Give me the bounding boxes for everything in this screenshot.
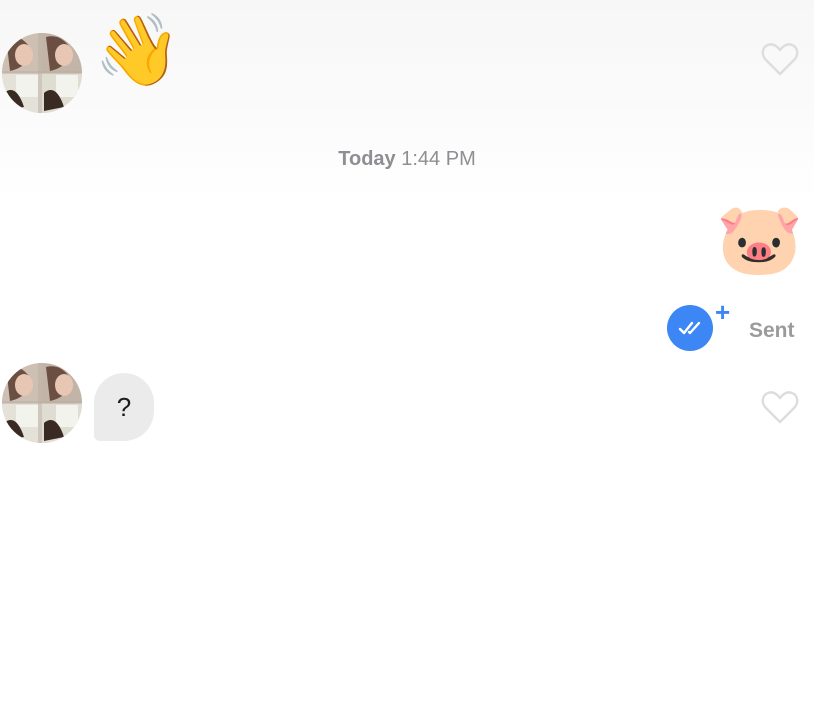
timestamp-day: Today	[338, 148, 396, 170]
timestamp: Today 1:44 PM	[0, 148, 814, 171]
message-bubble[interactable]: ?	[94, 373, 154, 441]
avatar[interactable]	[2, 33, 82, 113]
seen-indicator: +	[667, 297, 737, 353]
heart-outline-icon[interactable]	[761, 42, 799, 76]
plus-icon: +	[715, 297, 731, 327]
double-check-icon	[667, 305, 713, 351]
message-emoji[interactable]: 👋	[94, 15, 181, 85]
timestamp-time: 1:44 PM	[401, 148, 476, 170]
sent-status-label: Sent	[749, 319, 795, 342]
message-emoji[interactable]: 🐷	[716, 204, 803, 274]
avatar[interactable]	[2, 363, 82, 443]
chat-thread: 👋 Today 1:44 PM 🐷 + Sent ?	[0, 0, 814, 719]
heart-outline-icon[interactable]	[761, 390, 799, 424]
